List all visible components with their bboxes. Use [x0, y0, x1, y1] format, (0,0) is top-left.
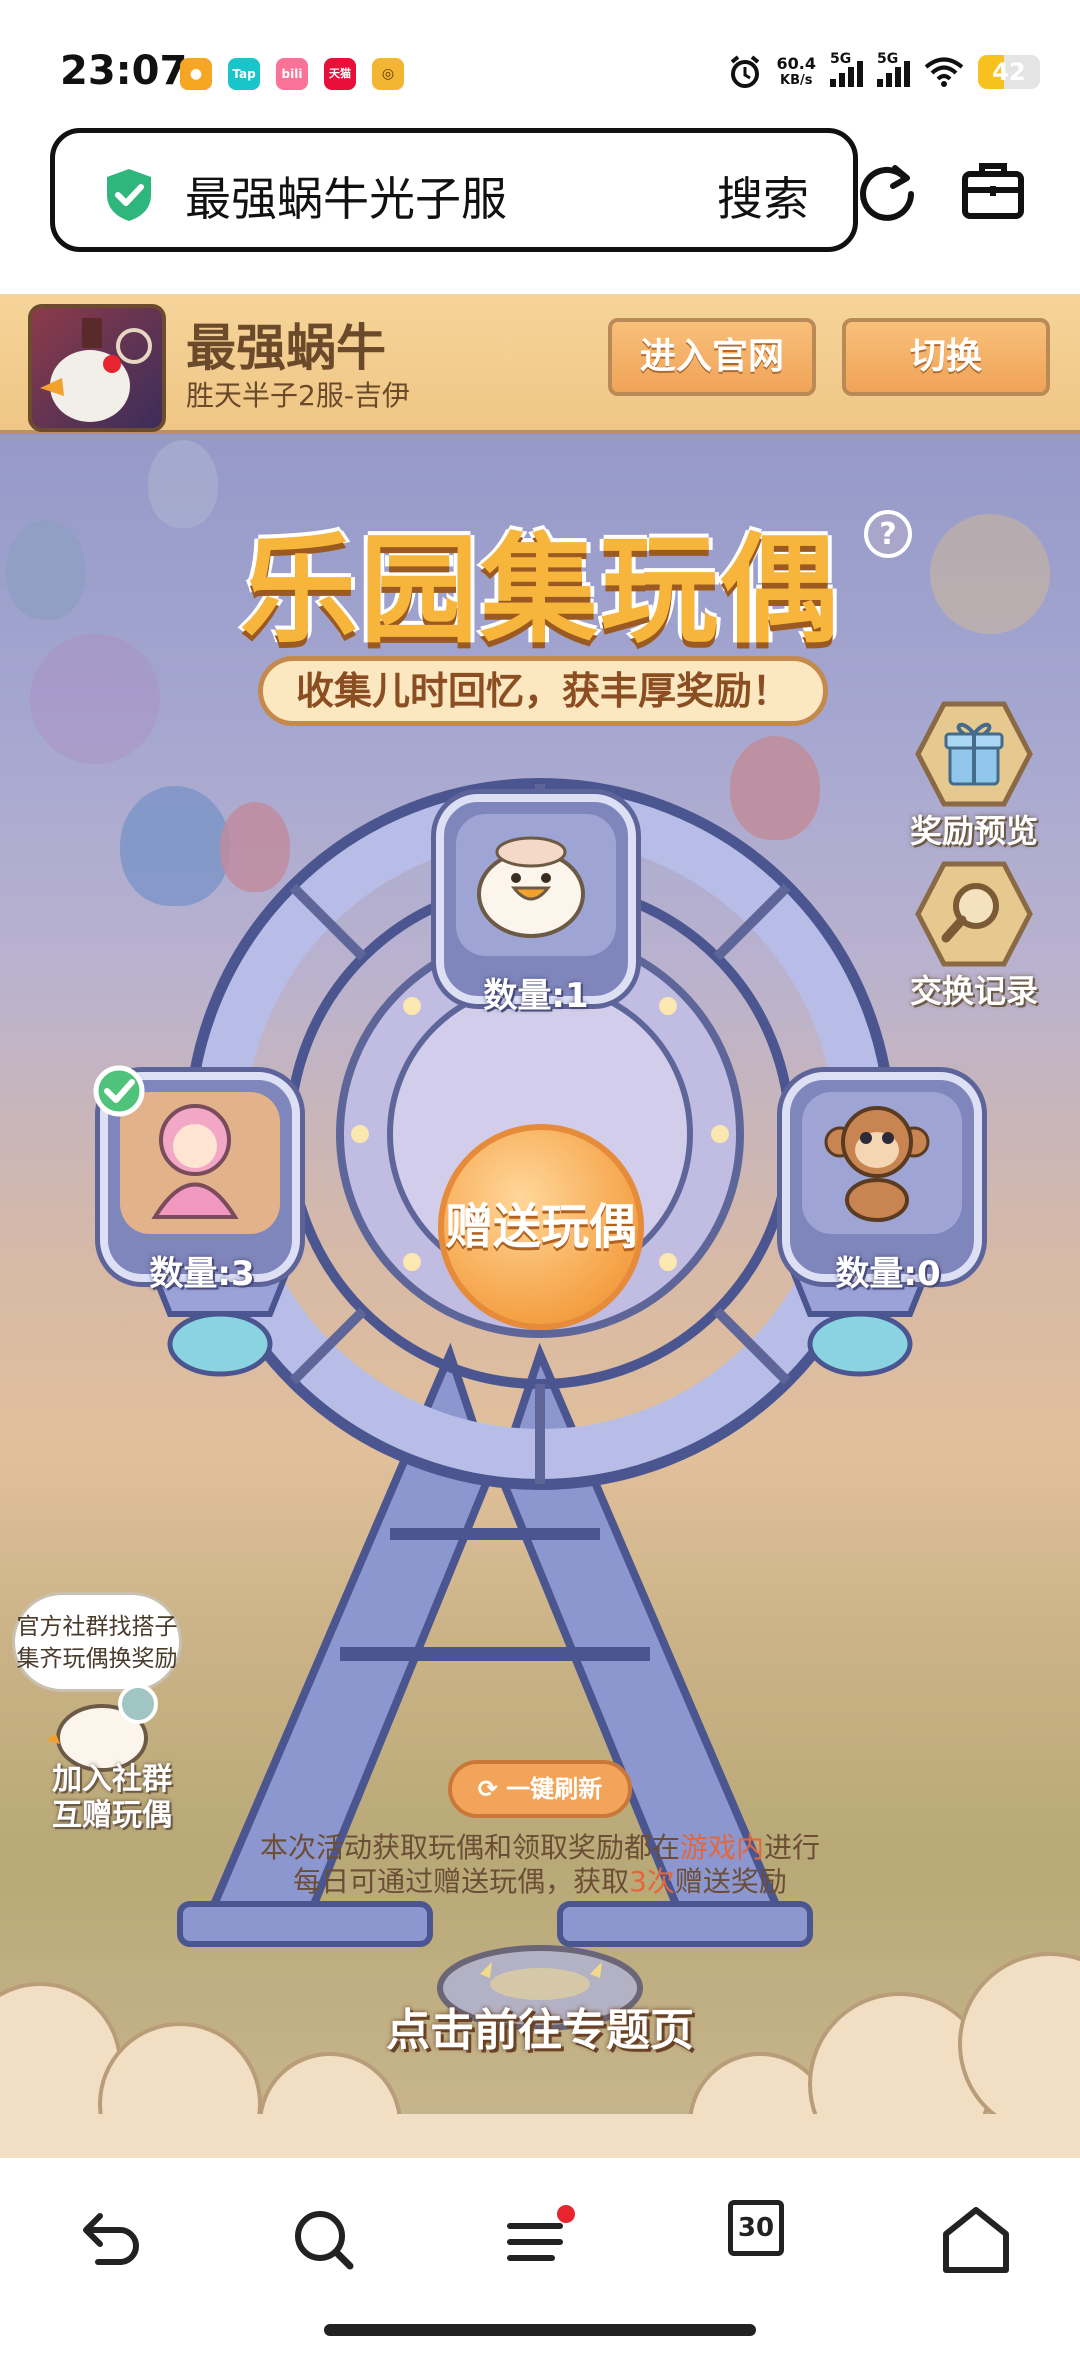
menu-badge [557, 2205, 575, 2223]
refresh-small-icon: ⟳ [477, 1775, 498, 1803]
wifi-icon [924, 57, 964, 87]
taptap-icon: Tap [228, 58, 260, 90]
official-site-button[interactable]: 进入官网 [608, 318, 816, 396]
notice-text: 每日可通过赠送玩偶，获取 [293, 1865, 630, 1898]
svg-text:?: ? [879, 517, 896, 552]
web-content: 最强蜗牛 胜天半子2服-吉伊 进入官网 切换 乐园集玩偶 ? 收集儿时回忆，获丰… [0, 294, 1080, 2158]
snail-avatar-icon [40, 318, 152, 422]
tab-count: 30 [728, 2200, 784, 2256]
security-shield-icon [107, 169, 151, 221]
game-name: 最强蜗牛 [186, 319, 386, 377]
refresh-label: 一键刷新 [506, 1775, 603, 1803]
signal-label: 5G [877, 51, 899, 67]
duck-doll-count: 数量:1 [483, 976, 589, 1016]
notice-highlight: 3次 [629, 1865, 675, 1898]
status-time: 23:07 [60, 48, 188, 94]
one-key-refresh-button[interactable]: ⟳ 一键刷新 [448, 1760, 632, 1818]
net-speed: 60.4 KB/s [777, 55, 816, 89]
firework-decoration [930, 514, 1050, 634]
search-query[interactable]: 最强蜗牛光子服 [185, 163, 507, 229]
gift-doll-button[interactable]: 赠送玩偶 [438, 1124, 644, 1330]
signal-icon: 5G [830, 51, 863, 87]
server-info: 胜天半子2服-吉伊 [186, 379, 410, 412]
goto-topic-page-button[interactable]: 点击前往专题页 [380, 1994, 700, 2058]
signal-label: 5G [830, 51, 852, 67]
duck-doll-image [456, 814, 616, 956]
girl-doll-count: 数量:3 [149, 1254, 255, 1294]
reload-icon[interactable] [855, 160, 919, 224]
notice-text: 赠送奖励 [674, 1865, 787, 1898]
net-speed-value: 60.4 [776, 54, 816, 73]
collected-check-icon [93, 1065, 145, 1117]
monkey-doll-icon [824, 1106, 930, 1222]
status-right: 60.4 KB/s 5G 5G 42 [727, 51, 1040, 92]
balloon-decoration [6, 520, 86, 620]
event-title: 乐园集玩偶 [239, 521, 840, 659]
battery-icon: 42 [978, 55, 1040, 89]
app-icon: ◎ [372, 58, 404, 90]
duck-doll-icon [477, 836, 585, 938]
help-icon[interactable]: ? [862, 508, 914, 560]
net-speed-unit: KB/s [780, 73, 813, 88]
search-icon[interactable] [284, 2200, 364, 2280]
tmall-icon: 天猫 [324, 58, 356, 90]
home-icon[interactable] [936, 2200, 1016, 2280]
search-button[interactable]: 搜索 [717, 163, 809, 229]
home-indicator[interactable] [324, 2324, 756, 2336]
game-header: 最强蜗牛 胜天半子2服-吉伊 进入官网 切换 [0, 294, 1080, 434]
game-avatar[interactable] [28, 304, 166, 432]
social-hint-line2: 集齐玩偶换奖励 [16, 1646, 178, 1672]
tabs-button[interactable]: 30 [728, 2200, 808, 2280]
balloon-decoration [148, 440, 218, 528]
search-bar[interactable]: 最强蜗牛光子服 搜索 [50, 128, 858, 252]
firework-decoration [30, 634, 160, 764]
menu-icon[interactable] [500, 2200, 580, 2280]
bilibili-icon: bili [276, 58, 308, 90]
join-group-line2: 互赠玩偶 [52, 1798, 172, 1833]
join-group-button[interactable]: 加入社群 互赠玩偶 [42, 1762, 182, 1834]
back-icon[interactable] [68, 2200, 148, 2280]
duck-mascot-icon [46, 1684, 158, 1772]
battery-percent: 42 [992, 58, 1026, 86]
toolbox-icon[interactable] [960, 158, 1026, 222]
notice-line-2: 每日可通过赠送玩偶，获取3次赠送奖励 [180, 1860, 900, 1900]
monkey-doll-count: 数量:0 [835, 1254, 941, 1294]
status-bar: 23:07 ● Tap bili 天猫 ◎ 60.4 KB/s 5G 5G 42 [0, 0, 1080, 110]
alarm-icon [730, 55, 759, 88]
monkey-doll-image [802, 1092, 962, 1234]
social-hint-line1: 官方社群找搭子 [16, 1614, 178, 1640]
switch-server-button[interactable]: 切换 [842, 318, 1050, 396]
join-group-line1: 加入社群 [52, 1762, 172, 1797]
weibo-icon: ● [180, 58, 212, 90]
event-subtitle: 收集儿时回忆，获丰厚奖励！ [258, 656, 828, 726]
signal-icon: 5G [877, 51, 910, 87]
